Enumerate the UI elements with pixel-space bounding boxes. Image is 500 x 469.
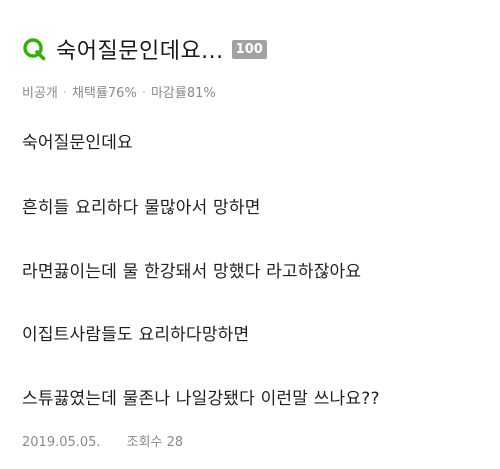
- body-line: 라면끓이는데 물 한강돼서 망했다 라고하잖아요: [22, 262, 362, 282]
- view-count: 조회수 28: [126, 435, 184, 450]
- meta-separator: ·: [141, 86, 146, 101]
- meta-separator: ·: [62, 86, 68, 101]
- question-title: 숙어질문인데요...: [56, 39, 224, 64]
- body-line: 스튜끓였는데 물존나 나일강됐다 이런말 쓰나요??: [22, 389, 380, 409]
- visibility-label: 비공개: [22, 86, 58, 101]
- post-footer: 2019.05.05. 조회수 28: [22, 431, 183, 450]
- question-meta: 비공개 · 채택률76% · 마감률81%: [22, 82, 216, 101]
- post-date: 2019.05.05.: [22, 435, 101, 450]
- q-icon: [23, 38, 46, 61]
- adoption-rate: 채택률76%: [72, 86, 137, 101]
- question-title-row: 숙어질문인데요... 100: [22, 34, 267, 64]
- body-line: 이집트사람들도 요리하다망하면: [22, 325, 250, 345]
- points-badge: 100: [231, 39, 267, 59]
- closing-rate: 마감률81%: [150, 86, 216, 101]
- question-post: 숙어질문인데요... 100 비공개 · 채택률76% · 마감률81% 숙어질문인데요…: [0, 0, 500, 469]
- body-line: 숙어질문인데요: [22, 133, 133, 153]
- body-line: 흔히들 요리하다 물많아서 망하면: [22, 198, 261, 218]
